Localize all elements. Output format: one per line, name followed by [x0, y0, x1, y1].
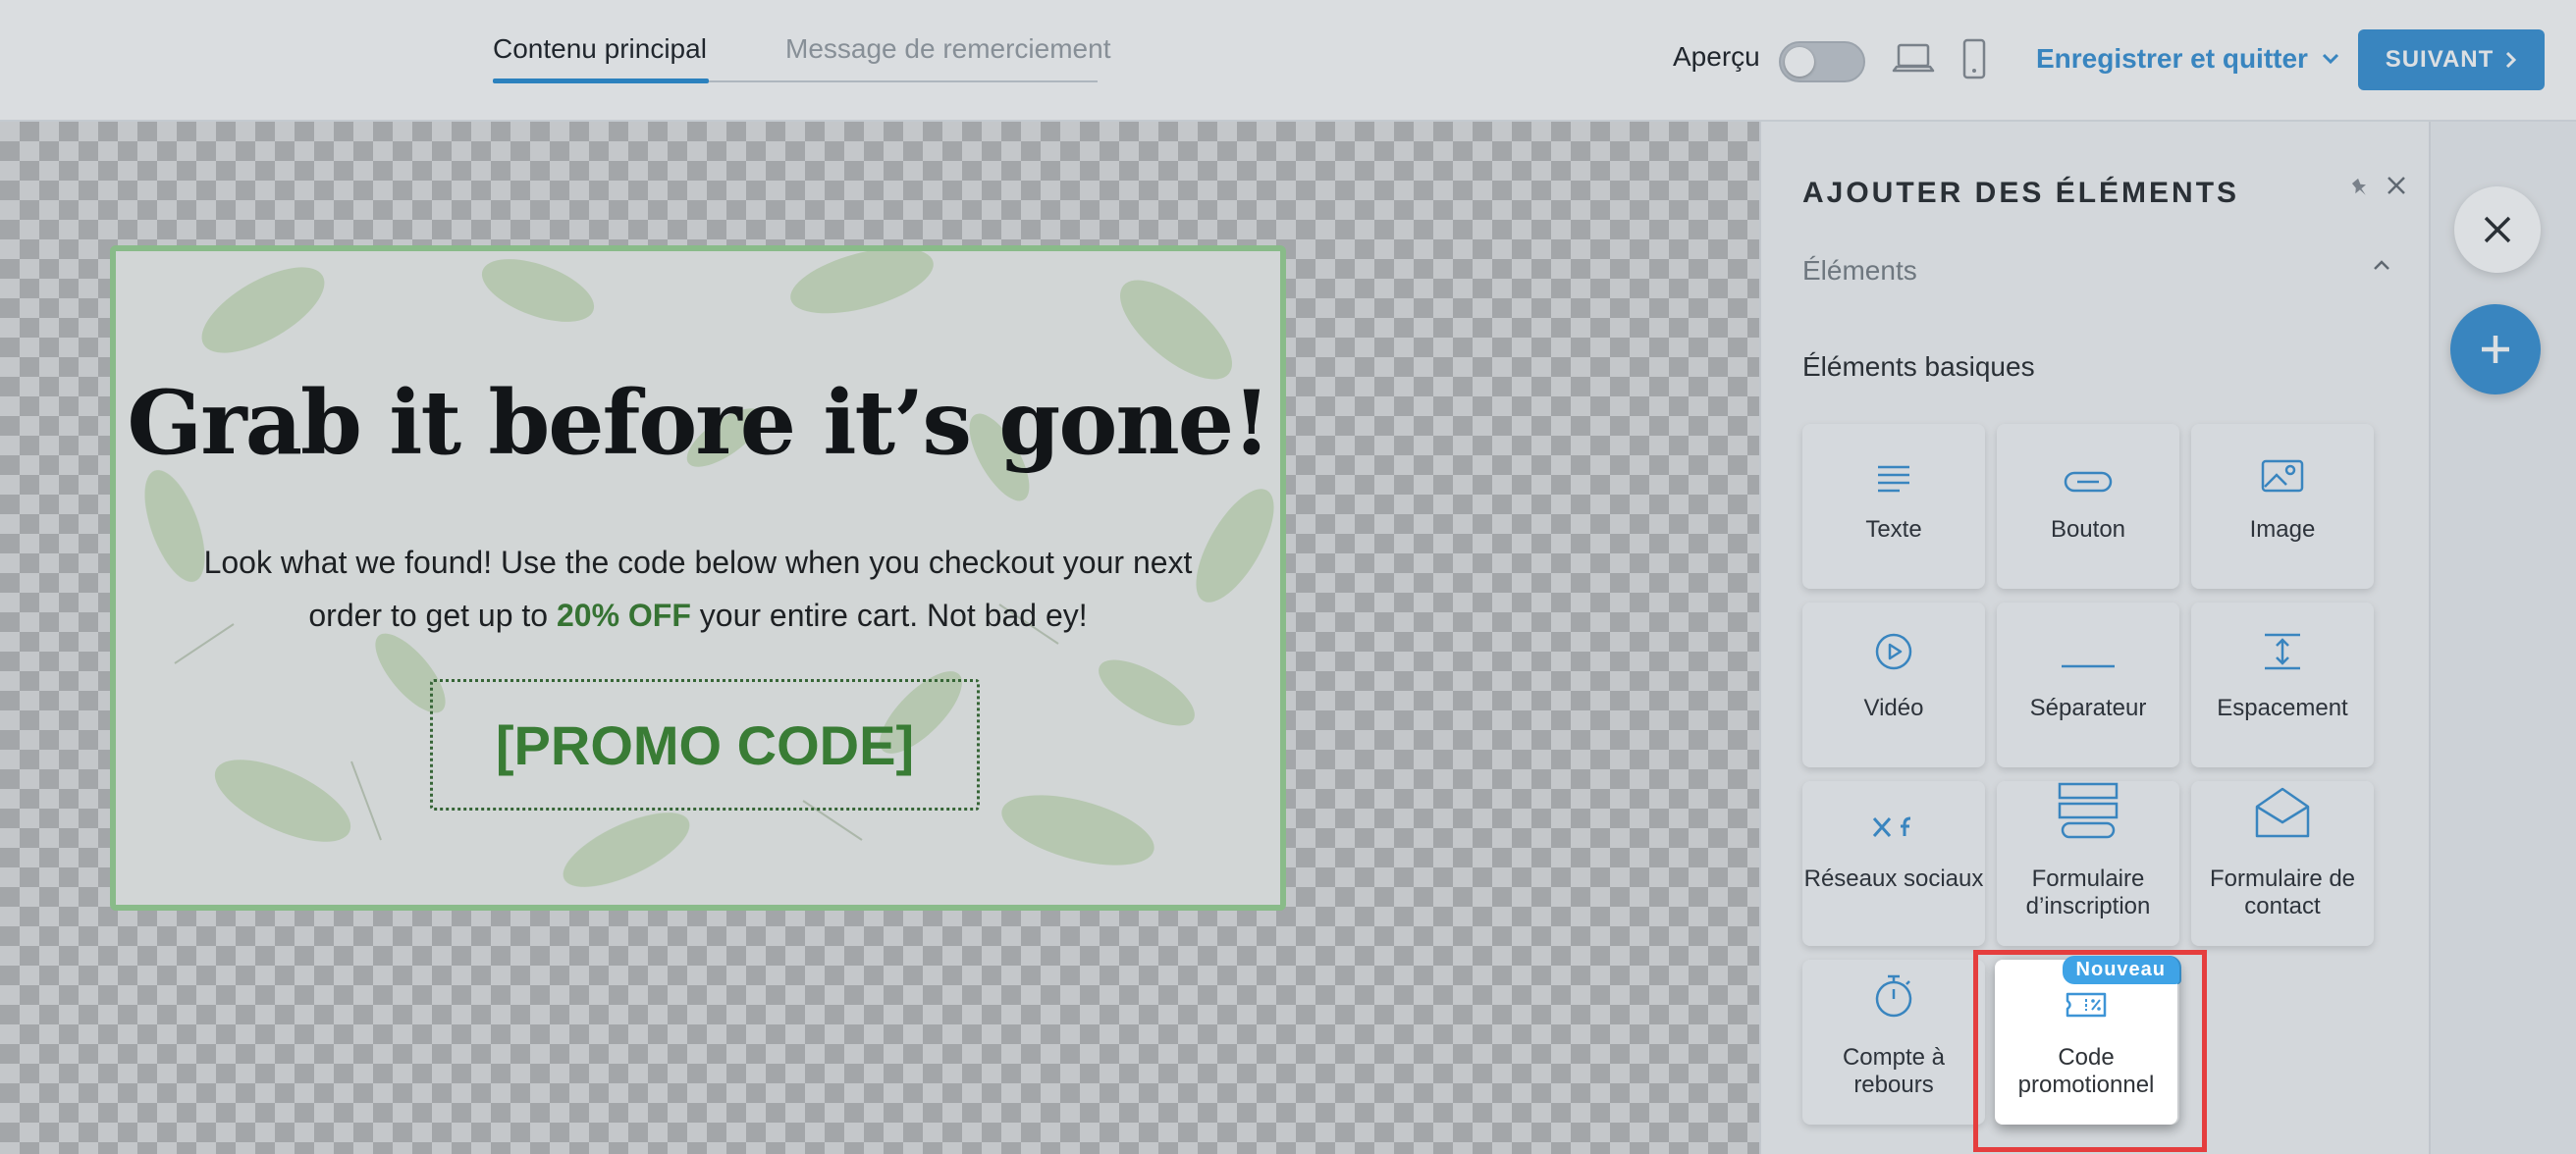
preview-toggle[interactable]: [1779, 41, 1865, 82]
editor-canvas: Grab it before it’s gone! Look what we f…: [0, 122, 1759, 1154]
chevron-right-icon: [2506, 51, 2517, 69]
tile-label: Texte: [1865, 516, 1922, 543]
tile-label: Formulaire de contact: [2209, 866, 2356, 919]
tile-label: Séparateur: [2029, 695, 2147, 721]
tile-countdown[interactable]: Compte à rebours: [1802, 960, 1985, 1125]
tile-label: Vidéo: [1863, 695, 1924, 721]
save-and-quit-label: Enregistrer et quitter: [2036, 43, 2308, 74]
tile-video[interactable]: Vidéo: [1802, 603, 1985, 767]
image-icon: [2261, 424, 2304, 502]
add-element-button[interactable]: [2450, 304, 2541, 394]
save-and-quit-button[interactable]: Enregistrer et quitter: [2036, 43, 2339, 75]
tile-signup-form[interactable]: Formulaire d’inscription: [1997, 781, 2179, 946]
elements-section-label[interactable]: Éléments: [1802, 255, 1917, 287]
close-panel-icon[interactable]: [2386, 175, 2407, 201]
close-sidebar-button[interactable]: [2454, 186, 2541, 273]
discount-highlight: 20% OFF: [556, 598, 691, 633]
spacing-icon: [2261, 603, 2304, 681]
promo-code-box[interactable]: [PROMO CODE]: [430, 679, 980, 811]
tile-label: Compte à rebours: [1842, 1044, 1946, 1098]
button-icon: [2064, 424, 2113, 502]
signup-form-icon: [2057, 781, 2120, 850]
tile-image[interactable]: Image: [2191, 424, 2374, 589]
active-tab-indicator: [493, 79, 709, 83]
body-text-part2: your entire cart. Not bad ey!: [690, 598, 1088, 633]
tile-label: Formulaire d’inscription: [2025, 866, 2151, 919]
next-button[interactable]: SUIVANT: [2358, 29, 2545, 90]
social-icon: [1871, 781, 1916, 850]
popup-title: Grab it before it’s gone!: [127, 371, 1270, 475]
chevron-up-icon[interactable]: [2372, 255, 2391, 280]
tile-label: Espacement: [2217, 695, 2348, 721]
editor-header: Contenu principal Message de remerciemen…: [0, 0, 2576, 122]
contact-form-icon: [2254, 781, 2311, 850]
tile-separator[interactable]: Séparateur: [1997, 603, 2179, 767]
tile-contact-form[interactable]: Formulaire de contact: [2191, 781, 2374, 946]
tile-label: Bouton: [2050, 516, 2126, 543]
separator-icon: [2060, 603, 2117, 681]
popup-body-text: Look what we found! Use the code below w…: [194, 536, 1202, 642]
next-label: SUIVANT: [2385, 46, 2495, 73]
tile-label: Image: [2249, 516, 2316, 543]
preview-label: Aperçu: [1673, 41, 1760, 72]
chevron-down-icon: [2322, 53, 2339, 65]
tile-text[interactable]: Texte: [1802, 424, 1985, 589]
text-icon: [1876, 424, 1911, 502]
tab-main-content[interactable]: Contenu principal: [493, 16, 707, 82]
toggle-knob: [1785, 47, 1814, 77]
basic-elements-heading: Éléments basiques: [1802, 351, 2035, 382]
pin-icon[interactable]: [2348, 177, 2372, 205]
tile-label: Réseaux sociaux: [1803, 866, 1984, 892]
plus-icon: [2482, 336, 2509, 363]
tab-thank-you-message[interactable]: Message de remerciement: [785, 16, 1110, 82]
popup-preview[interactable]: Grab it before it’s gone! Look what we f…: [110, 245, 1286, 911]
desktop-icon[interactable]: [1891, 35, 1936, 82]
panel-title: AJOUTER DES ÉLÉMENTS: [1802, 177, 2240, 209]
tile-button[interactable]: Bouton: [1997, 424, 2179, 589]
tutorial-highlight-frame: [1973, 950, 2207, 1152]
video-icon: [1874, 603, 1913, 681]
mobile-icon[interactable]: [1959, 35, 1989, 82]
right-rail: [2429, 122, 2576, 1154]
countdown-icon: [1873, 960, 1914, 1028]
tile-spacing[interactable]: Espacement: [2191, 603, 2374, 767]
close-icon: [2484, 216, 2511, 243]
tile-social[interactable]: Réseaux sociaux: [1802, 781, 1985, 946]
